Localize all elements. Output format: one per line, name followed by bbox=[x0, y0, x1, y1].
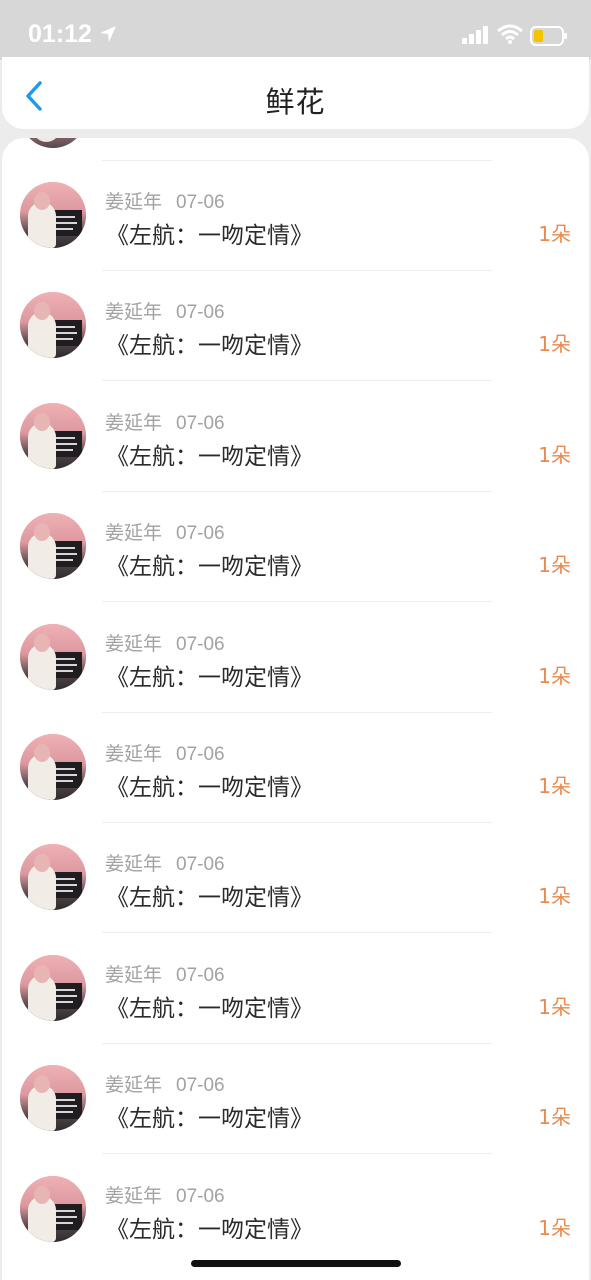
item-date: 07-06 bbox=[176, 302, 225, 324]
battery-icon bbox=[530, 26, 567, 46]
item-date: 07-06 bbox=[176, 964, 225, 986]
flower-count: 1朵 bbox=[538, 1105, 571, 1130]
flower-count: 1朵 bbox=[538, 884, 571, 909]
flower-count: 1朵 bbox=[538, 663, 571, 688]
avatar bbox=[20, 954, 86, 1021]
item-meta: 姜延年 07-06 bbox=[105, 739, 225, 766]
user-name: 姜延年 bbox=[105, 1184, 163, 1207]
work-title: 《左航：一吻定情》 bbox=[106, 775, 313, 801]
list-item[interactable]: 姜延年 07-06 《左航：一吻定情》 1朵 bbox=[2, 911, 589, 1022]
navigation-bar: 鲜花 bbox=[2, 57, 589, 129]
item-meta: 姜延年 07-06 bbox=[105, 629, 225, 656]
gift-list: 姜延年 07-06 《左航：一吻定情》 1朵 姜延年 07-06 《左航：一吻定情》 1朵 姜延… bbox=[2, 138, 589, 1280]
list-item[interactable]: 姜延年 07-06 《左航：一吻定情》 1朵 bbox=[2, 248, 589, 360]
user-name: 姜延年 bbox=[105, 743, 163, 765]
location-arrow-icon bbox=[100, 26, 116, 42]
flower-count: 1朵 bbox=[538, 994, 571, 1019]
work-title: 《左航：一吻定情》 bbox=[106, 554, 313, 581]
item-meta: 姜延年 07-06 bbox=[105, 408, 225, 435]
flower-count: 1朵 bbox=[538, 774, 571, 798]
work-title: 《左航：一吻定情》 bbox=[106, 443, 313, 470]
list-item[interactable]: 姜延年 07-06 《左航：一吻定情》 1朵 bbox=[2, 800, 589, 912]
user-name: 姜延年 bbox=[105, 1074, 163, 1097]
work-title: 《左航：一吻定情》 bbox=[106, 664, 313, 691]
home-indicator bbox=[191, 1260, 401, 1267]
avatar bbox=[20, 402, 86, 469]
list-item[interactable]: 姜延年 07-06 《左航：一吻定情》 1朵 bbox=[2, 359, 589, 470]
work-title: 《左航：一吻定情》 bbox=[106, 1106, 313, 1133]
work-title: 《左航：一吻定情》 bbox=[106, 995, 313, 1022]
page-title: 鲜花 bbox=[265, 85, 326, 119]
flower-count: 1朵 bbox=[538, 442, 571, 467]
wifi-icon bbox=[497, 24, 523, 44]
list-item[interactable]: 姜延年 07-06 《左航：一吻定情》 1朵 bbox=[2, 580, 589, 691]
item-meta: 姜延年 07-06 bbox=[105, 518, 225, 545]
item-date: 07-06 bbox=[176, 633, 225, 655]
avatar bbox=[20, 734, 86, 800]
avatar bbox=[20, 513, 86, 580]
flower-count: 1朵 bbox=[538, 1215, 571, 1240]
avatar bbox=[20, 292, 86, 359]
status-time: 01:12 bbox=[28, 20, 92, 48]
flower-count: 1朵 bbox=[538, 332, 571, 357]
avatar bbox=[20, 182, 86, 248]
user-name: 姜延年 bbox=[105, 191, 163, 213]
work-title: 《左航：一吻定情》 bbox=[106, 1216, 313, 1243]
user-name: 姜延年 bbox=[105, 632, 163, 655]
avatar bbox=[20, 623, 86, 690]
status-bar: 01:12 bbox=[0, 0, 591, 60]
item-date: 07-06 bbox=[176, 523, 225, 545]
item-date: 07-06 bbox=[176, 1185, 225, 1207]
list-item[interactable]: 姜延年 07-06 《左航：一吻定情》 1朵 bbox=[2, 1132, 589, 1243]
list-item[interactable]: 姜延年 07-06 《左航：一吻定情》 1朵 bbox=[2, 138, 589, 249]
list-item[interactable]: 姜延年 07-06 《左航：一吻定情》 1朵 bbox=[2, 469, 589, 581]
avatar bbox=[20, 844, 86, 911]
list-item[interactable]: 姜延年 07-06 《左航：一吻定情》 1朵 bbox=[2, 1021, 589, 1133]
avatar bbox=[20, 1065, 86, 1132]
item-date: 07-06 bbox=[176, 192, 225, 213]
user-name: 姜延年 bbox=[105, 853, 163, 876]
item-meta: 姜延年 07-06 bbox=[105, 960, 225, 987]
avatar bbox=[20, 1175, 86, 1242]
item-meta: 姜延年 07-06 bbox=[105, 187, 225, 214]
user-name: 姜延年 bbox=[105, 301, 163, 324]
user-name: 姜延年 bbox=[105, 522, 163, 545]
user-name: 姜延年 bbox=[105, 411, 163, 434]
list-item[interactable]: 姜延年 07-06 《左航：一吻定情》 1朵 bbox=[2, 690, 589, 801]
work-title: 《左航：一吻定情》 bbox=[106, 223, 313, 249]
item-meta: 姜延年 07-06 bbox=[105, 1070, 225, 1097]
user-name: 姜延年 bbox=[105, 963, 163, 986]
item-date: 07-06 bbox=[176, 1075, 225, 1097]
work-title: 《左航：一吻定情》 bbox=[106, 333, 313, 360]
work-title: 《左航：一吻定情》 bbox=[106, 885, 313, 912]
item-meta: 姜延年 07-06 bbox=[105, 297, 225, 324]
item-date: 07-06 bbox=[176, 854, 225, 876]
flower-count: 1朵 bbox=[538, 553, 571, 578]
cellular-signal-icon bbox=[462, 26, 488, 44]
item-date: 07-06 bbox=[176, 744, 225, 765]
item-meta: 姜延年 07-06 bbox=[105, 1181, 225, 1208]
flower-count: 1朵 bbox=[538, 222, 571, 246]
item-date: 07-06 bbox=[176, 412, 225, 434]
item-meta: 姜延年 07-06 bbox=[105, 849, 225, 876]
